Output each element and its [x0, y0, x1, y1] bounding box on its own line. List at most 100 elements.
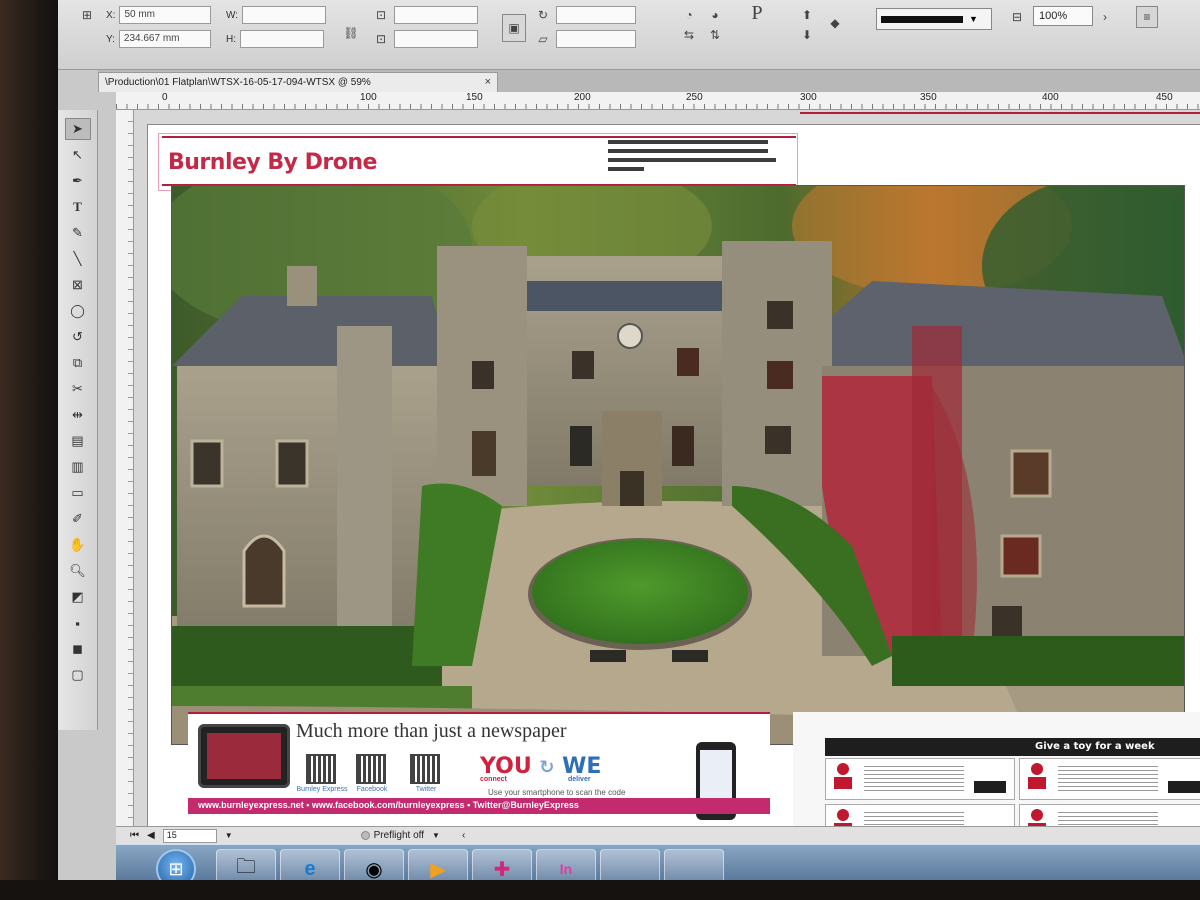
chevron-right-icon[interactable]: › [1096, 8, 1114, 26]
rotate-tool-icon[interactable]: ↺ [65, 326, 91, 348]
advert-banner[interactable]: Much more than just a newspaper Burnley … [188, 712, 770, 834]
scale-fields: ⊡ ⊡ [372, 6, 478, 48]
panel-menu-icon[interactable]: ≡ [1136, 6, 1158, 28]
rotate-icon: ↻ [537, 8, 549, 22]
size-fields: W: H: [226, 6, 327, 48]
scan-instruction: Use your smartphone to scan the code [488, 788, 626, 797]
standfirst-text-placeholder[interactable] [608, 140, 776, 171]
preflight-label: Preflight off [373, 830, 425, 841]
we-sub: deliver [568, 776, 591, 783]
note-tool-icon[interactable]: ▭ [65, 482, 91, 504]
x-label: X: [106, 9, 116, 21]
y-position-field[interactable]: 234.667 mm [118, 30, 211, 48]
page-number-field[interactable]: 15 [162, 828, 217, 843]
apply-color-icon[interactable]: ▪ [65, 612, 91, 634]
scale-x-field[interactable] [394, 6, 478, 24]
stroke-type-dropdown[interactable]: ▼ [876, 8, 992, 30]
zoom-field[interactable]: 100% [1033, 6, 1093, 26]
gradient-feather-tool-icon[interactable]: ▥ [65, 456, 91, 478]
chevron-down-icon[interactable]: ▼ [432, 831, 440, 840]
swirl-icon: ↻ [539, 757, 555, 778]
page-headline[interactable]: Burnley By Drone [168, 150, 377, 175]
advert-headline: Much more than just a newspaper [296, 720, 567, 742]
x-position-field[interactable]: 50 mm [119, 6, 212, 24]
rotate-90-ccw-icon[interactable]: ◕ [706, 6, 724, 24]
previous-page-icon[interactable]: ◀ [147, 830, 155, 841]
pen-tool-icon[interactable]: ✒ [65, 170, 91, 192]
reference-point-group: ⊞ [78, 6, 96, 24]
text-line [608, 167, 644, 171]
gradient-tool-icon[interactable]: ▤ [65, 430, 91, 452]
tablet-screen [207, 733, 281, 779]
monitor-bezel-bottom [0, 880, 1200, 900]
advert-footer-links: www.burnleyexpress.net • www.facebook.co… [188, 798, 770, 814]
horizontal-ruler[interactable] [116, 92, 1200, 110]
status-bar: ⏮ ◀ 15 ▼ Preflight off ▼ ‹ [116, 826, 1200, 844]
w-label: W: [226, 9, 239, 21]
rectangle-frame-tool-icon[interactable]: ⊠ [65, 274, 91, 296]
close-icon[interactable]: × [485, 76, 491, 88]
ruler-label: 350 [920, 92, 937, 103]
eyedropper-tool-icon[interactable]: ✐ [65, 508, 91, 530]
gap-tool-icon[interactable]: ⇹ [65, 404, 91, 426]
advert-text-lines [864, 765, 964, 791]
ruler-label: 0 [162, 92, 168, 103]
flip-horizontal-icon[interactable]: ⇆ [680, 26, 698, 44]
flip-vertical-icon[interactable]: ⇅ [706, 26, 724, 44]
ellipse-tool-icon[interactable]: ◯ [65, 300, 91, 322]
content-grabber-icon[interactable]: ▣ [502, 14, 526, 42]
pencil-tool-icon[interactable]: ✎ [65, 222, 91, 244]
castle-photo-image [172, 186, 1184, 744]
rotate-field[interactable] [556, 6, 636, 24]
document-tab[interactable]: \Production\01 Flatplan\WTSX-16-05-17-09… [98, 72, 498, 92]
preflight-indicator-icon [360, 831, 370, 840]
paragraph-style-icon[interactable]: P [748, 2, 766, 24]
qr-code-icon [306, 754, 336, 784]
document-tab-title: \Production\01 Flatplan\WTSX-16-05-17-09… [105, 77, 371, 88]
text-line [608, 149, 768, 153]
scissors-tool-icon[interactable]: ✂ [65, 378, 91, 400]
advert-text-lines [1058, 765, 1158, 791]
free-transform-tool-icon[interactable]: ⧉ [65, 352, 91, 374]
frame-fitting-icon[interactable]: ⊟ [1008, 8, 1026, 26]
screen-mode-icon[interactable]: ▢ [65, 664, 91, 686]
advert-button [974, 781, 1006, 793]
fill-stroke-swatch-icon[interactable]: ◩ [65, 586, 91, 608]
first-page-icon[interactable]: ⏮ [130, 830, 139, 841]
direct-selection-tool-icon[interactable]: ↖ [65, 144, 91, 166]
fill-color-icon[interactable]: ◆ [826, 14, 844, 32]
preflight-status[interactable]: Preflight off [360, 830, 425, 841]
scale-x-icon: ⊡ [375, 8, 387, 22]
stroke-preview [881, 15, 963, 23]
hand-tool-icon[interactable]: ✋ [65, 534, 91, 556]
ruler-label: 150 [466, 92, 483, 103]
selection-tool-icon[interactable]: ➤ [64, 118, 91, 140]
preview-mode-icon[interactable]: ◼ [65, 638, 91, 660]
ruler-label: 450 [1156, 92, 1173, 103]
chevron-down-icon[interactable]: ▼ [225, 831, 233, 840]
castle-drone-photo[interactable] [171, 185, 1185, 745]
ruler-label: 100 [360, 92, 377, 103]
rotate-shear-fields: ↻ ▱ [534, 6, 636, 48]
qr-label: Facebook [356, 786, 388, 793]
vertical-ruler[interactable] [116, 110, 134, 840]
reference-point-icon[interactable]: ⊞ [78, 6, 96, 24]
position-fields: X: 50 mm Y: 234.667 mm [106, 6, 212, 48]
line-tool-icon[interactable]: ╲ [65, 248, 91, 270]
scale-y-field[interactable] [394, 30, 478, 48]
type-tool-icon[interactable]: T [65, 196, 91, 218]
width-field[interactable] [242, 6, 327, 24]
constrain-proportions-icon[interactable]: ⛓ [342, 24, 360, 42]
chevron-down-icon: ▼ [969, 14, 978, 24]
scroll-left-icon[interactable]: ‹ [462, 830, 465, 841]
select-container-icon[interactable]: ⬆ [798, 6, 816, 24]
y-label: Y: [106, 33, 115, 45]
rotate-90-cw-icon[interactable]: ◔ [680, 6, 698, 24]
height-field[interactable] [240, 30, 324, 48]
side-advert[interactable]: Give a toy for a week [793, 712, 1200, 846]
zoom-tool-icon[interactable]: 🔍︎ [65, 560, 91, 582]
shear-field[interactable] [556, 30, 636, 48]
tablet-illustration [198, 724, 290, 788]
select-content-icon[interactable]: ⬇ [798, 26, 816, 44]
text-line [608, 158, 776, 162]
